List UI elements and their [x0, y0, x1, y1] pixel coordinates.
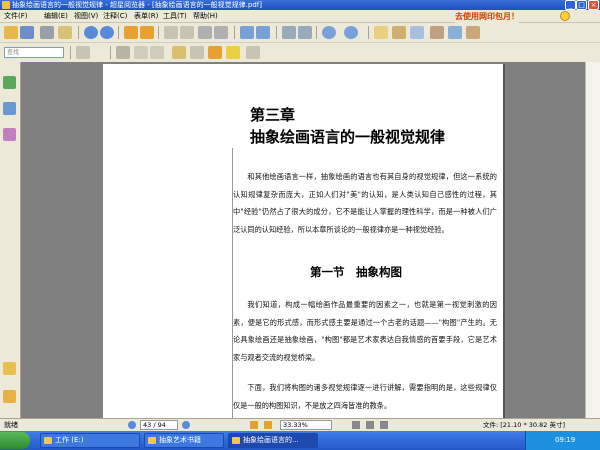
menu-tools[interactable]: 工具(T)	[163, 10, 187, 22]
bookmarks-panel-icon[interactable]	[3, 76, 16, 89]
fit-page-icon[interactable]	[282, 26, 296, 39]
minimize-button[interactable]: _	[565, 0, 576, 10]
taskbar: 工作 (E:) 抽象艺术书籍 抽象绘画语言的... 09:19	[0, 431, 600, 450]
forward-icon[interactable]	[140, 26, 154, 39]
menu-edit[interactable]: 编辑(E)	[44, 10, 68, 22]
crop-icon[interactable]	[116, 46, 130, 59]
first-page-icon[interactable]	[128, 421, 136, 429]
title-bar: 抽象绘画语言的一般视觉规律 - 超星阅览器 - [抽象绘画语言的一般视觉规律.p…	[0, 0, 600, 10]
paragraph: 和其他绘画语言一样，抽象绘画的语言也有其自身的视觉规律，但这一系统的认知规律复杂…	[233, 172, 497, 234]
menu-file[interactable]: 文件(F)	[4, 10, 28, 22]
folder-icon	[148, 437, 156, 444]
menu-help[interactable]: 帮助(H)	[193, 10, 218, 22]
find-input[interactable]: 查找	[4, 47, 64, 58]
task-button[interactable]: 抽象艺术书籍	[144, 433, 224, 448]
zoom-in-circle-icon[interactable]	[344, 26, 358, 39]
back-icon[interactable]	[124, 26, 138, 39]
menu-comment[interactable]: 注释(C)	[103, 10, 127, 22]
chapter-number: 第三章	[250, 106, 296, 124]
chapter-title: 抽象绘画语言的一般视觉规律	[250, 128, 446, 146]
zoom-out-icon[interactable]	[322, 26, 336, 39]
next-page-icon[interactable]	[264, 421, 272, 429]
paragraph: 下面，我们将构图的诸多视觉规律逐一进行讲解，需要指明的是，这些规律仅仅是一般的构…	[233, 383, 497, 410]
status-text: 就绪	[4, 421, 18, 429]
status-bar: 就绪 43 / 94 33.33% 文件: [21.10 * 30.82 英寸]	[0, 418, 600, 431]
zoom-dropdown-icon[interactable]	[256, 26, 270, 39]
comment-icon[interactable]	[226, 46, 240, 59]
continuous-icon[interactable]	[366, 421, 374, 429]
zoom-in-icon[interactable]	[240, 26, 254, 39]
page-size-indicator: 文件: [21.10 * 30.82 英寸]	[483, 421, 565, 429]
smiley-icon[interactable]	[560, 11, 570, 21]
task-button-active[interactable]: 抽象绘画语言的...	[228, 433, 318, 448]
section-title: 第一节 抽象构图	[310, 265, 402, 279]
page-icon[interactable]	[134, 46, 148, 59]
image-icon[interactable]	[448, 26, 462, 39]
ocr-icon[interactable]	[172, 46, 186, 59]
promo-link[interactable]: 去使用网印包月！	[455, 10, 519, 23]
text-select-icon[interactable]	[410, 26, 424, 39]
single-page-icon[interactable]	[352, 421, 360, 429]
maximize-button[interactable]: □	[576, 0, 587, 10]
close-button[interactable]: ×	[588, 0, 599, 10]
open-icon[interactable]	[4, 26, 18, 39]
highlight-icon[interactable]	[208, 46, 222, 59]
document-page: 第三章 抽象绘画语言的一般视觉规律 和其他绘画语言一样，抽象绘画的语言也有其自身…	[103, 64, 503, 418]
vertical-scrollbar[interactable]	[585, 62, 600, 418]
windows-logo-icon[interactable]	[0, 432, 30, 449]
app-icon	[2, 1, 10, 9]
snapshot-icon[interactable]	[466, 26, 480, 39]
save-icon[interactable]	[20, 26, 34, 39]
select-text-icon[interactable]	[76, 46, 90, 59]
navigation-panel	[0, 62, 21, 418]
thumbnails-panel-icon[interactable]	[3, 102, 16, 115]
hand-icon[interactable]	[164, 26, 178, 39]
last-page-icon[interactable]	[182, 421, 190, 429]
window-title: 抽象绘画语言的一般视觉规律 - 超星阅览器 - [抽象绘画语言的一般视觉规律.p…	[12, 1, 262, 9]
fit-width-icon[interactable]	[298, 26, 312, 39]
document-view[interactable]: 第三章 抽象绘画语言的一般视觉规律 和其他绘画语言一样，抽象绘画的语言也有其自身…	[21, 62, 600, 418]
hand-tool-icon[interactable]	[374, 26, 388, 39]
book-icon[interactable]	[392, 26, 406, 39]
down-icon[interactable]	[100, 26, 114, 39]
note-icon[interactable]	[190, 46, 204, 59]
redo-icon[interactable]	[214, 26, 228, 39]
layers-panel-icon[interactable]	[3, 390, 16, 403]
bookmark-icon[interactable]	[430, 26, 444, 39]
annotations-panel-icon[interactable]	[3, 128, 16, 141]
print-icon[interactable]	[40, 26, 54, 39]
menu-form[interactable]: 表单(R)	[134, 10, 158, 22]
document-icon	[232, 437, 240, 444]
attachments-panel-icon[interactable]	[3, 362, 16, 375]
email-icon[interactable]	[58, 26, 72, 39]
secondary-toolbar: 查找	[0, 43, 600, 63]
facing-icon[interactable]	[380, 421, 388, 429]
main-toolbar	[0, 23, 600, 43]
prev-page-icon[interactable]	[250, 421, 258, 429]
task-button[interactable]: 工作 (E:)	[40, 433, 140, 448]
undo-icon[interactable]	[198, 26, 212, 39]
zoom-field[interactable]: 33.33%	[280, 420, 332, 430]
text-icon[interactable]	[246, 46, 260, 59]
clock: 09:19	[555, 436, 576, 444]
menu-view[interactable]: 视图(V)	[74, 10, 98, 22]
up-icon[interactable]	[84, 26, 98, 39]
page-number-field[interactable]: 43 / 94	[140, 420, 178, 430]
select-icon[interactable]	[180, 26, 194, 39]
paragraph: 我们知道，构成一幅绘画作品最重要的因素之一，也就是第一视觉刺激的因素，便是它的形…	[233, 300, 497, 362]
folder-icon	[44, 437, 52, 444]
rotate-icon[interactable]	[150, 46, 164, 59]
